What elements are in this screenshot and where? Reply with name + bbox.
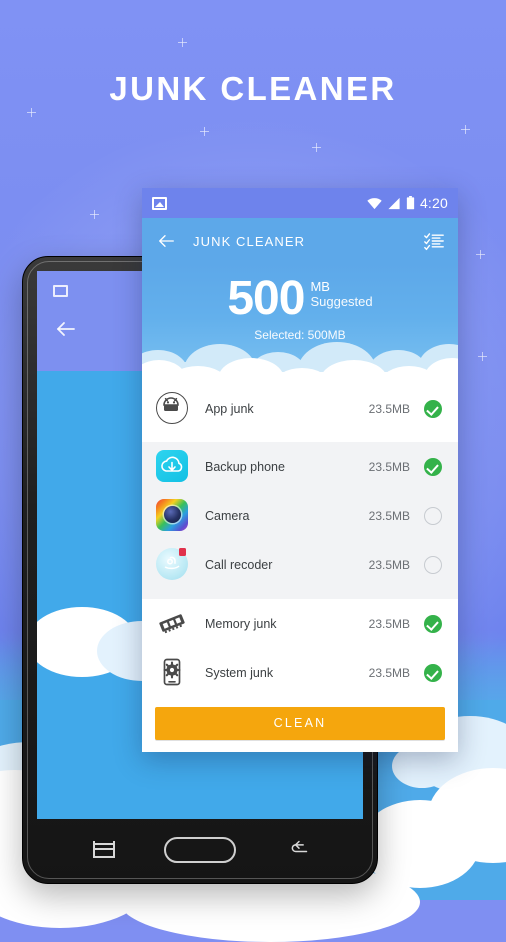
app-screenshot: 4:20 JUNK CLEANER 500 MB Suggested Selec… [142, 188, 458, 752]
list-item[interactable]: Backup phone 23.5MB [142, 442, 458, 491]
junk-amount-value: 500 [227, 272, 305, 325]
app-bar: JUNK CLEANER [142, 218, 458, 264]
list-item-size: 23.5MB [368, 401, 410, 416]
sparkle-icon [476, 250, 485, 259]
divider [142, 433, 458, 442]
list-item[interactable]: Camera 23.5MB [142, 491, 458, 540]
hero-summary: 500 MB Suggested Selected: 500MB [142, 264, 458, 384]
list-item-label: Call recoder [205, 557, 273, 572]
checklist-icon[interactable] [424, 231, 444, 251]
junk-list: App junk 23.5MB Backup phone 23.5MB Came… [142, 384, 458, 697]
list-item-size: 23.5MB [368, 616, 410, 631]
list-item-size: 23.5MB [368, 459, 410, 474]
list-item-label: System junk [205, 665, 274, 680]
junk-suggested-label: Suggested [310, 294, 373, 310]
list-item-label: App junk [205, 401, 254, 416]
divider [142, 589, 458, 599]
badge [179, 547, 186, 556]
back-arrow-icon [57, 322, 75, 336]
sparkle-icon [461, 125, 470, 134]
selected-summary: Selected: 500MB [254, 327, 346, 342]
list-item-label: Camera [205, 508, 250, 523]
list-item[interactable]: Memory junk 23.5MB [142, 599, 458, 648]
back-arrow-icon[interactable] [156, 232, 177, 250]
junk-amount-unit: MB [310, 279, 330, 294]
list-item-size: 23.5MB [368, 557, 410, 572]
hero-cloud-band [142, 342, 458, 384]
list-item[interactable]: App junk 23.5MB [142, 384, 458, 433]
camera-icon [156, 498, 190, 533]
list-item-label: Memory junk [205, 616, 277, 631]
list-item[interactable]: System junk 23.5MB [142, 648, 458, 697]
recent-apps-icon[interactable] [93, 841, 115, 858]
status-bar: 4:20 [142, 188, 458, 218]
sparkle-icon [478, 352, 487, 361]
list-item[interactable]: Call recoder 23.5MB [142, 540, 458, 589]
checkbox-unchecked[interactable] [424, 506, 442, 525]
sparkle-icon [178, 38, 187, 47]
wifi-icon [367, 197, 382, 209]
battery-icon [406, 196, 415, 210]
cloud-backup-icon [156, 449, 190, 484]
photo-icon [152, 196, 167, 210]
app-bar-title: JUNK CLEANER [193, 233, 306, 249]
call-recorder-icon [156, 547, 190, 582]
footer-actions: CLEAN [142, 697, 458, 752]
sparkle-icon [312, 143, 321, 152]
checkbox-checked[interactable] [424, 399, 442, 418]
back-nav-icon[interactable] [287, 839, 311, 859]
sparkle-icon [200, 127, 209, 136]
checkbox-unchecked[interactable] [424, 555, 442, 574]
sparkle-icon [90, 210, 99, 219]
checkbox-checked[interactable] [424, 614, 442, 633]
checkbox-checked[interactable] [424, 457, 442, 476]
hero-amount: 500 MB Suggested [142, 264, 458, 325]
list-item-size: 23.5MB [368, 665, 410, 680]
android-robot-icon [156, 391, 190, 426]
system-gear-icon [156, 656, 190, 690]
status-time: 4:20 [419, 195, 448, 211]
sparkle-icon [27, 108, 36, 117]
list-item-size: 23.5MB [368, 508, 410, 523]
checkbox-checked[interactable] [424, 663, 442, 682]
home-button[interactable] [164, 837, 236, 863]
clean-button[interactable]: CLEAN [155, 707, 445, 740]
photo-icon [53, 285, 68, 297]
list-item-label: Backup phone [205, 459, 285, 474]
tablet-navigation-bar [23, 819, 377, 883]
page-title: JUNK CLEANER [109, 70, 397, 107]
signal-icon [388, 197, 400, 209]
memory-ram-icon [156, 607, 190, 641]
